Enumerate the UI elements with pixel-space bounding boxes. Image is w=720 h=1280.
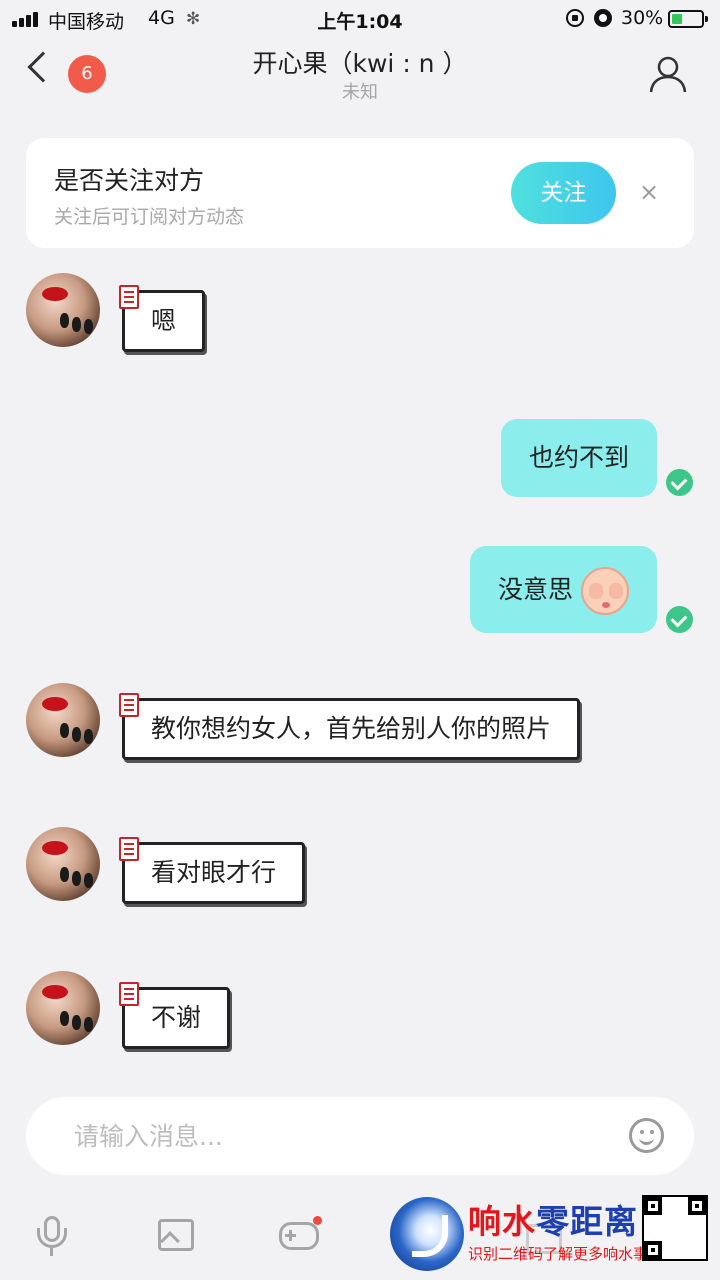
- covering-eyes-emoji-icon: [581, 567, 629, 615]
- image-icon[interactable]: [156, 1214, 196, 1258]
- contact-avatar[interactable]: [26, 827, 100, 901]
- message-text: 教你想约女人，首先给别人你的照片: [151, 714, 552, 743]
- contact-avatar[interactable]: [26, 683, 100, 757]
- emoji-icon[interactable]: [629, 1118, 664, 1153]
- outgoing-message[interactable]: 没意思: [469, 546, 657, 633]
- message-tag-icon: [119, 693, 139, 717]
- qr-code-icon: [642, 1195, 708, 1261]
- message-tag-icon: [119, 837, 139, 861]
- watermark-subtitle: 识别二维码了解更多响水事: [468, 1245, 649, 1263]
- message-text: 没意思: [497, 575, 573, 604]
- watermark: 响水零距离 识别二维码了解更多响水事: [390, 1193, 715, 1275]
- alarm-icon: [594, 9, 612, 27]
- message-text: 也约不到: [528, 443, 629, 472]
- status-bar: 中国移动 4G ✻ 上午1:04 30%: [0, 0, 720, 38]
- orientation-lock-icon: [566, 9, 584, 27]
- incoming-message[interactable]: 嗯: [119, 285, 206, 352]
- mic-icon[interactable]: [32, 1214, 72, 1258]
- battery-percent: 30%: [621, 7, 664, 29]
- read-check-icon: [666, 469, 693, 496]
- chat-title: 开心果（kwi : n ）: [252, 49, 468, 78]
- game-controller-icon[interactable]: [279, 1214, 322, 1258]
- contact-avatar[interactable]: [26, 273, 100, 347]
- chat-header: 6 开心果（kwi : n ） 未知: [0, 38, 720, 108]
- follow-card: 是否关注对方 关注后可订阅对方动态 关注 ×: [26, 138, 694, 248]
- watermark-title: 响水零距离: [468, 1202, 638, 1241]
- follow-button[interactable]: 关注: [511, 162, 616, 224]
- incoming-message[interactable]: 教你想约女人，首先给别人你的照片: [119, 693, 581, 760]
- message-text: 嗯: [151, 306, 177, 335]
- follow-card-title: 是否关注对方: [54, 166, 205, 195]
- status-time: 上午1:04: [317, 11, 403, 33]
- close-icon[interactable]: ×: [639, 177, 659, 207]
- incoming-message[interactable]: 看对眼才行: [119, 837, 306, 904]
- notification-dot: [313, 1216, 322, 1225]
- contact-avatar[interactable]: [26, 971, 100, 1045]
- battery-icon: [668, 10, 708, 28]
- message-input[interactable]: [74, 1115, 594, 1157]
- profile-icon[interactable]: [648, 54, 688, 94]
- chat-subtitle: 未知: [342, 82, 378, 103]
- follow-card-description: 关注后可订阅对方动态: [54, 206, 245, 228]
- message-input-bar: [26, 1097, 694, 1175]
- watermark-logo-icon: [390, 1197, 464, 1271]
- read-check-icon: [666, 606, 693, 633]
- message-tag-icon: [119, 982, 139, 1006]
- message-tag-icon: [119, 285, 139, 309]
- message-text: 不谢: [151, 1003, 202, 1032]
- outgoing-message[interactable]: 也约不到: [500, 419, 657, 497]
- incoming-message[interactable]: 不谢: [119, 982, 231, 1049]
- message-text: 看对眼才行: [151, 858, 277, 887]
